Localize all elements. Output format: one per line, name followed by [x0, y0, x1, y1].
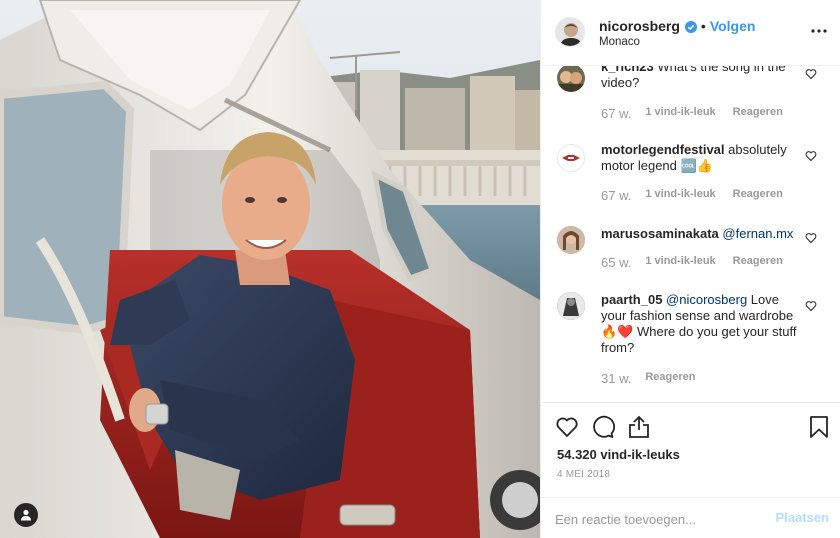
separator-dot: •: [700, 18, 706, 34]
comment-emoji: 🔥❤️: [601, 324, 634, 339]
likes-count[interactable]: 54.320 vind-ik-leuks: [557, 447, 680, 462]
author-row: nicorosberg • Volgen: [599, 18, 755, 34]
follow-button[interactable]: Volgen: [710, 18, 756, 34]
comment-item: paarth_05 @nicorosberg Love your fashion…: [541, 290, 840, 400]
post-header: nicorosberg • Volgen Monaco: [541, 0, 840, 66]
post-comment-button[interactable]: Plaatsen: [776, 510, 829, 525]
comment-likes[interactable]: 1 vind-ik-leuk: [645, 106, 715, 121]
comments-list[interactable]: k_rich23 What's the song in the video? 6…: [541, 66, 840, 402]
post-location[interactable]: Monaco: [599, 36, 640, 48]
commenter-username[interactable]: k_rich23: [601, 66, 654, 74]
author-avatar[interactable]: [555, 17, 585, 47]
comment-age[interactable]: 65 w.: [601, 255, 631, 270]
comment-text: paarth_05 @nicorosberg Love your fashion…: [601, 292, 801, 356]
user-tag-icon: [21, 509, 31, 521]
motorlegend-logo-icon: [562, 155, 580, 161]
heart-icon[interactable]: [555, 415, 579, 439]
comment-mention[interactable]: @nicorosberg: [666, 292, 747, 307]
comment-item: marusosaminakata @fernan.mx 65 w. 1 vind…: [541, 222, 840, 282]
like-comment-icon[interactable]: [805, 300, 817, 312]
comment-mention[interactable]: @fernan.mx: [722, 226, 793, 241]
tagged-users-button[interactable]: [14, 503, 38, 527]
post-photo[interactable]: [0, 0, 540, 538]
comment-meta: 67 w. 1 vind-ik-leuk Reageren: [601, 106, 800, 121]
reply-button[interactable]: Reageren: [733, 188, 783, 203]
comment-age[interactable]: 67 w.: [601, 188, 631, 203]
commenter-avatar[interactable]: [557, 144, 585, 172]
post-date[interactable]: 4 MEI 2018: [557, 469, 610, 480]
comment-likes[interactable]: 1 vind-ik-leuk: [645, 255, 715, 270]
more-options-icon[interactable]: [811, 28, 827, 34]
reply-button[interactable]: Reageren: [645, 371, 695, 386]
avatar-image: [556, 18, 584, 46]
comment-meta: 67 w. 1 vind-ik-leuk Reageren: [601, 188, 800, 203]
comment-meta: 65 w. 1 vind-ik-leuk Reageren: [601, 255, 800, 270]
comment-item: motorlegendfestival absolutely motor leg…: [541, 138, 840, 212]
comment-text: marusosaminakata @fernan.mx: [601, 226, 801, 242]
reply-button[interactable]: Reageren: [733, 106, 783, 121]
comment-item: k_rich23 What's the song in the video? 6…: [541, 66, 840, 128]
share-icon[interactable]: [627, 415, 651, 439]
photo-illustration: [0, 0, 540, 538]
comment-text: k_rich23 What's the song in the video?: [601, 66, 801, 91]
comment-bubble-icon[interactable]: [591, 415, 615, 439]
commenter-username[interactable]: marusosaminakata: [601, 226, 719, 241]
like-comment-icon[interactable]: [805, 150, 817, 162]
commenter-username[interactable]: motorlegendfestival: [601, 142, 725, 157]
verified-badge-icon: [684, 20, 697, 33]
commenter-username[interactable]: paarth_05: [601, 292, 662, 307]
comment-age[interactable]: 31 w.: [601, 371, 631, 386]
post-side-panel: nicorosberg • Volgen Monaco k_rich23 Wha…: [540, 0, 840, 538]
comment-emoji: 🆒👍: [680, 158, 713, 173]
add-comment-section: Plaatsen: [541, 497, 840, 538]
reply-button[interactable]: Reageren: [733, 255, 783, 270]
comment-text: motorlegendfestival absolutely motor leg…: [601, 142, 801, 174]
like-comment-icon[interactable]: [805, 232, 817, 244]
author-username[interactable]: nicorosberg: [599, 18, 680, 34]
commenter-avatar[interactable]: [557, 66, 585, 92]
commenter-avatar[interactable]: [557, 226, 585, 254]
post-actions: 54.320 vind-ik-leuks 4 MEI 2018 Plaatsen: [541, 402, 840, 538]
bookmark-icon[interactable]: [807, 415, 831, 439]
commenter-avatar[interactable]: [557, 292, 585, 320]
like-comment-icon[interactable]: [805, 68, 817, 80]
comment-age[interactable]: 67 w.: [601, 106, 631, 121]
comment-meta: 31 w. Reageren: [601, 371, 713, 386]
comment-input[interactable]: [555, 509, 775, 529]
comment-likes[interactable]: 1 vind-ik-leuk: [645, 188, 715, 203]
